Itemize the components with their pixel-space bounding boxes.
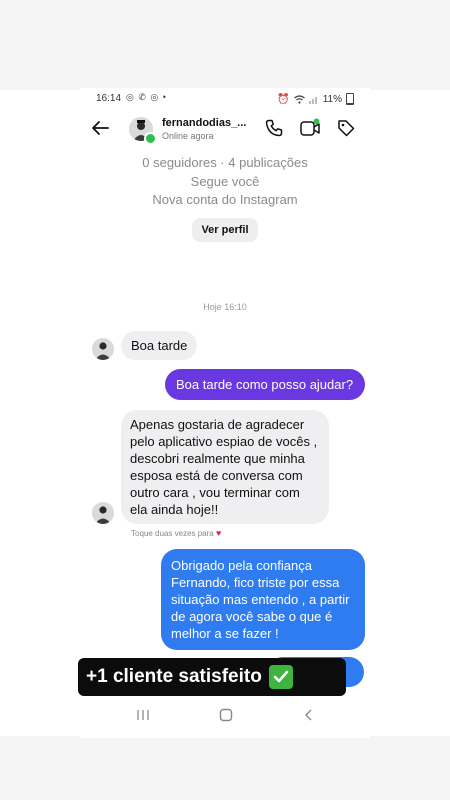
status-bar: 16:14 ◎ ✆ ◎ • ⏰ 11%: [96, 92, 354, 107]
message-sent[interactable]: Obrigado pela confiança Fernando, fico t…: [161, 549, 365, 650]
wifi-icon: [293, 94, 305, 104]
status-time: 16:14: [96, 93, 122, 104]
battery-icon: [346, 93, 354, 105]
satisfied-client-banner: +1 cliente satisfeito: [78, 658, 346, 696]
backdrop-bottom: [0, 736, 450, 800]
phone-icon[interactable]: [264, 118, 284, 138]
followers-count: 0 seguidores · 4 publicações: [142, 155, 308, 170]
new-account-label: Nova conta do Instagram: [152, 192, 298, 207]
avatar[interactable]: [92, 502, 114, 524]
check-icon: [268, 665, 293, 689]
nav-back-icon[interactable]: [302, 708, 316, 722]
hint-text: Toque duas vezes para: [131, 529, 214, 538]
message-sent[interactable]: Boa tarde como posso ajudar?: [165, 369, 365, 400]
message-received[interactable]: Boa tarde: [121, 331, 198, 360]
banner-text: +1 cliente satisfeito: [86, 666, 262, 687]
message-received[interactable]: Apenas gostaria de agradecer pelo aplica…: [121, 410, 329, 524]
notification-icons: ◎ ✆ ◎ •: [126, 92, 167, 102]
date-separator: Hoje 16:10: [203, 302, 247, 312]
android-nav-bar: [80, 706, 370, 728]
heart-icon: ♥: [215, 528, 222, 538]
double-tap-hint: Toque duas vezes para ♥: [131, 528, 221, 538]
avatar[interactable]: [92, 338, 114, 360]
follows-you: Segue você: [190, 174, 260, 189]
tag-icon[interactable]: [336, 118, 356, 138]
alarm-icon: ⏰: [277, 93, 290, 105]
battery-level: 11%: [322, 93, 342, 105]
video-icon[interactable]: [299, 118, 321, 138]
arrow-back-icon[interactable]: [90, 118, 110, 138]
username[interactable]: fernandodias_...: [162, 117, 246, 129]
view-profile-button[interactable]: Ver perfil: [192, 218, 258, 242]
backdrop-top: [0, 0, 450, 90]
scrolled-name-fragment: [80, 136, 370, 144]
status-right: ⏰ 11%: [277, 93, 354, 105]
home-icon[interactable]: [219, 708, 233, 722]
recent-apps-icon[interactable]: [136, 708, 150, 722]
signal-icon: [308, 96, 317, 104]
